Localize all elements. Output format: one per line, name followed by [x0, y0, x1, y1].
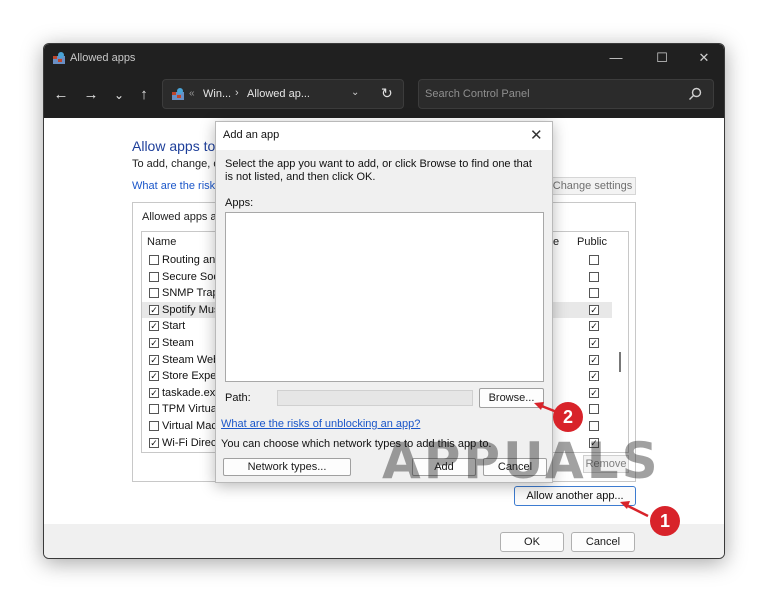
- row-public-checkbox[interactable]: [589, 271, 599, 282]
- row-app-name: Routing and: [162, 254, 222, 266]
- row-checkbox[interactable]: [149, 288, 159, 299]
- column-header-name[interactable]: Name: [147, 236, 176, 248]
- breadcrumb-overflow-icon[interactable]: «: [189, 88, 195, 99]
- maximize-button[interactable]: ☐: [640, 44, 684, 72]
- step-badge-2: 2: [553, 402, 583, 432]
- change-settings-button[interactable]: Change settings: [549, 177, 636, 195]
- row-checkbox[interactable]: ✓: [149, 354, 159, 365]
- address-bar[interactable]: « Win... › Allowed ap... ⌄ ↻: [162, 79, 404, 109]
- row-app-name: Spotify Musi: [162, 303, 222, 316]
- row-app-name: taskade.exe: [162, 386, 222, 399]
- apps-listbox[interactable]: [225, 212, 544, 382]
- row-checkbox[interactable]: ✓: [149, 387, 159, 398]
- path-input[interactable]: [277, 390, 473, 406]
- arrow-to-allow: [625, 503, 649, 518]
- dialog-instructions: Select the app you want to add, or click…: [225, 158, 532, 183]
- row-checkbox[interactable]: [149, 271, 159, 282]
- dialog-close-icon[interactable]: ✕: [530, 126, 543, 144]
- title-bar: Allowed apps — ☐ ✕: [44, 44, 724, 72]
- row-public-checkbox[interactable]: ✓: [589, 371, 599, 382]
- arrow-head-browse: [534, 402, 544, 410]
- control-panel-icon: [172, 88, 184, 100]
- search-icon[interactable]: [687, 86, 703, 102]
- navigation-bar: ← → ⌄ ↑ « Win... › Allowed ap... ⌄ ↻: [44, 72, 724, 118]
- dialog-title-bar: Add an app ✕: [216, 122, 552, 150]
- row-checkbox[interactable]: ✓: [149, 338, 159, 348]
- window-title: Allowed apps: [70, 52, 136, 64]
- add-an-app-dialog: Add an app ✕ Select the app you want to …: [215, 121, 553, 483]
- row-app-name: TPM Virtual: [162, 403, 220, 416]
- unblocking-risks-link[interactable]: What are the risks of unblocking an app?: [221, 418, 420, 430]
- row-app-name: SNMP Trap: [162, 287, 219, 300]
- recent-locations-icon[interactable]: ⌄: [108, 84, 130, 106]
- page-description: To add, change, or: [132, 158, 224, 170]
- row-checkbox[interactable]: [149, 255, 159, 265]
- row-checkbox[interactable]: ✓: [149, 371, 159, 382]
- chevron-down-icon[interactable]: ⌄: [351, 87, 359, 98]
- search-input[interactable]: [425, 86, 675, 102]
- back-arrow-icon[interactable]: ←: [50, 84, 72, 106]
- row-checkbox[interactable]: [149, 404, 159, 415]
- row-checkbox[interactable]: ✓: [149, 304, 159, 315]
- forward-arrow-icon[interactable]: →: [80, 84, 102, 106]
- row-app-name: Steam: [162, 337, 194, 349]
- row-checkbox[interactable]: [149, 421, 159, 431]
- row-public-checkbox[interactable]: ✓: [589, 354, 599, 365]
- row-checkbox[interactable]: ✓: [149, 437, 159, 448]
- annotation-arrows: [534, 402, 649, 518]
- risks-link[interactable]: What are the risks: [132, 180, 221, 192]
- row-checkbox[interactable]: ✓: [149, 321, 159, 332]
- breadcrumb-windows-firewall[interactable]: Win...: [203, 88, 231, 100]
- network-types-button[interactable]: Network types...: [223, 458, 351, 476]
- row-public-checkbox[interactable]: [589, 255, 599, 265]
- row-public-checkbox[interactable]: ✓: [589, 338, 599, 348]
- minimize-button[interactable]: —: [594, 44, 638, 72]
- breadcrumb-separator-icon: ›: [235, 87, 239, 99]
- row-public-checkbox[interactable]: ✓: [589, 304, 599, 315]
- row-app-name: Virtual Mach: [162, 420, 223, 432]
- page-heading: Allow apps to: [132, 138, 216, 154]
- group-title: Allowed apps an: [142, 211, 223, 223]
- row-public-checkbox[interactable]: [589, 288, 599, 299]
- scrollbar-thumb[interactable]: [619, 352, 621, 372]
- column-header-public[interactable]: Public: [577, 236, 607, 248]
- cancel-button[interactable]: Cancel: [571, 532, 635, 552]
- close-button[interactable]: ✕: [682, 44, 724, 72]
- breadcrumb-allowed-apps[interactable]: Allowed ap...: [247, 88, 310, 100]
- apps-label: Apps:: [225, 197, 254, 209]
- path-label: Path:: [225, 392, 251, 404]
- step-badge-1: 1: [650, 506, 680, 536]
- up-arrow-icon[interactable]: ↑: [133, 84, 155, 106]
- refresh-icon[interactable]: ↻: [381, 85, 393, 102]
- search-box[interactable]: [418, 79, 714, 109]
- row-app-name: Start: [162, 320, 186, 333]
- arrow-head-allow: [620, 501, 630, 509]
- row-app-name: Wi-Fi Direct: [162, 436, 220, 449]
- ok-button[interactable]: OK: [500, 532, 564, 552]
- dialog-title: Add an app: [223, 129, 280, 141]
- row-public-checkbox[interactable]: ✓: [589, 321, 599, 332]
- firewall-icon: [53, 52, 65, 64]
